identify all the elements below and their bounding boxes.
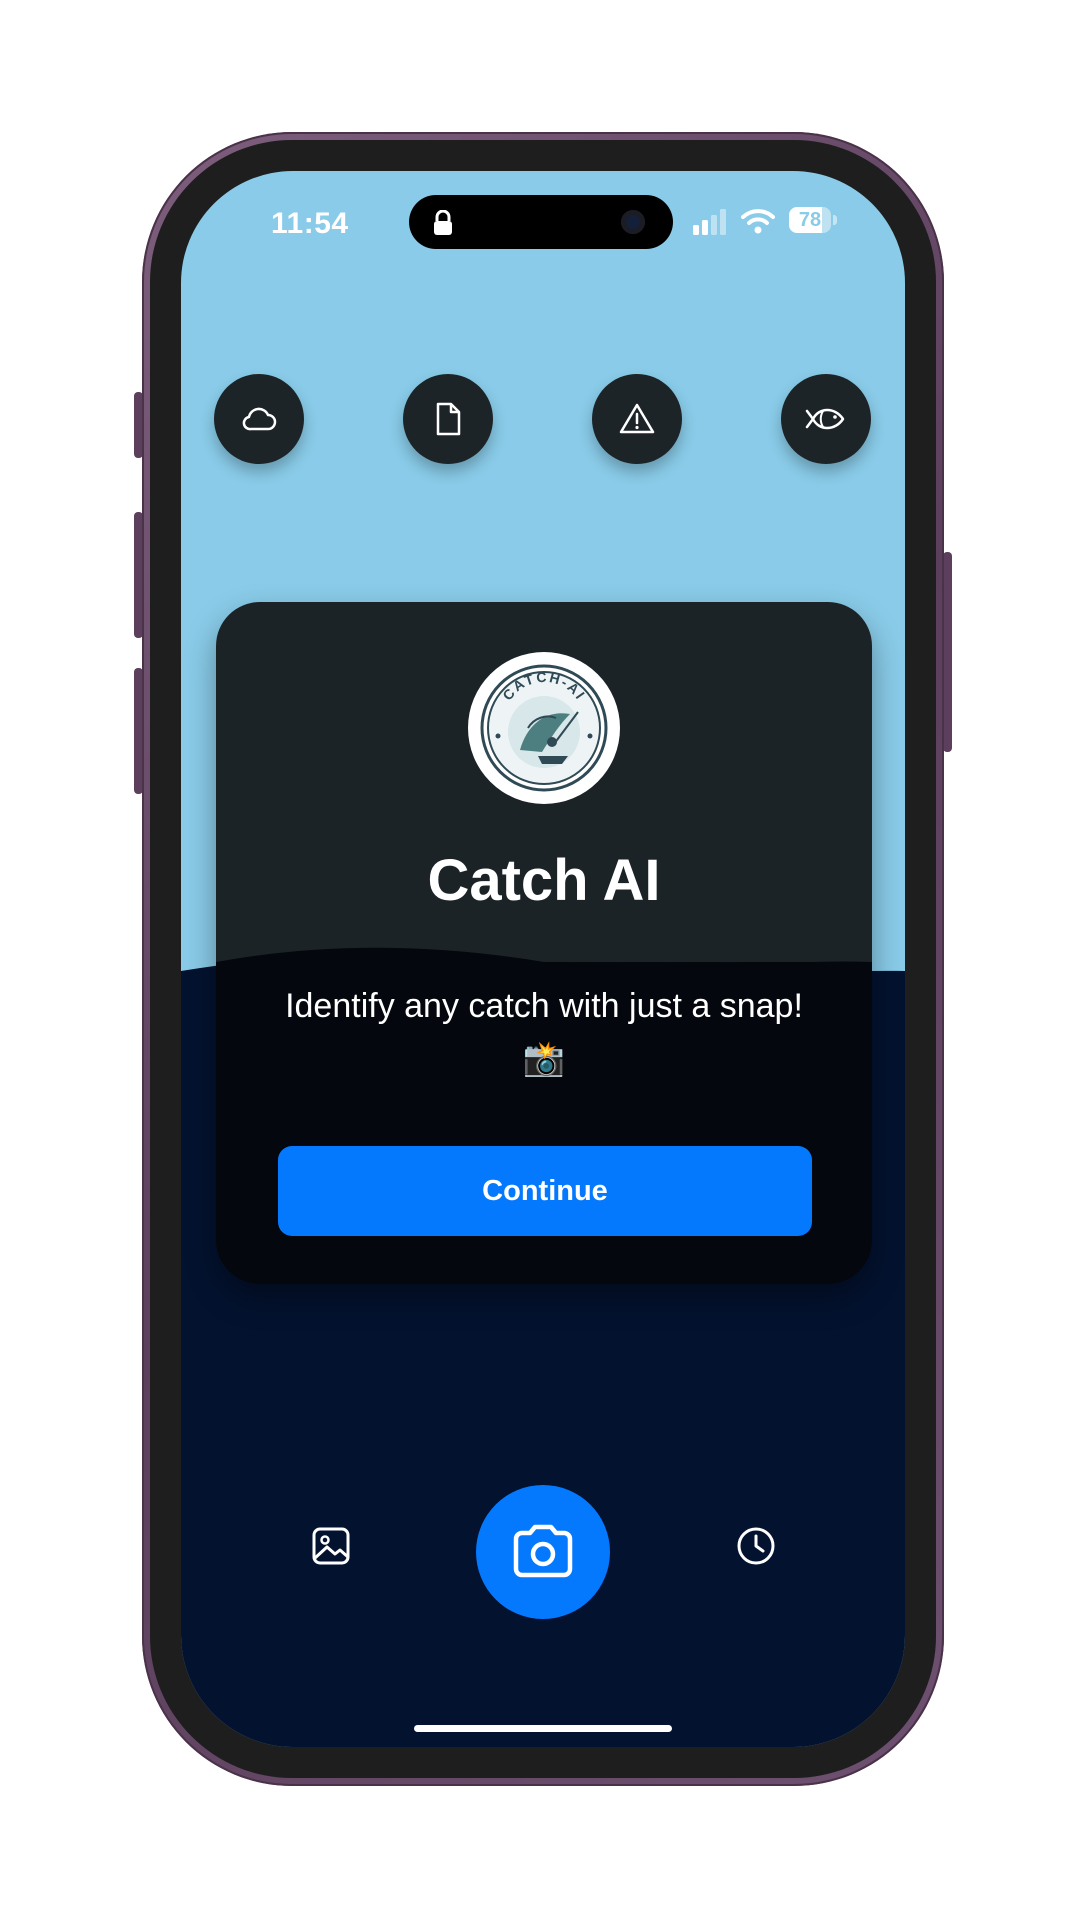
cloud-icon — [242, 407, 277, 431]
camera-icon — [513, 1524, 573, 1578]
dynamic-island — [409, 195, 673, 249]
history-clock-icon[interactable] — [734, 1524, 778, 1568]
power-button — [943, 552, 952, 752]
signal-icon — [693, 209, 726, 235]
app-logo: CATCH-AI — [468, 652, 620, 804]
lock-icon — [434, 210, 452, 235]
fish-icon — [805, 408, 845, 430]
document-icon — [436, 402, 461, 436]
battery-indicator: 78 — [789, 207, 831, 233]
screen: 11:54 78 CATCH-AI Catch AI Identify any … — [181, 171, 905, 1747]
weather-button[interactable] — [214, 374, 304, 464]
camera-button[interactable] — [476, 1485, 610, 1619]
logo-emblem: CATCH-AI — [480, 664, 608, 792]
front-camera — [621, 210, 645, 234]
warnings-button[interactable] — [592, 374, 682, 464]
continue-button[interactable]: Continue — [278, 1146, 812, 1236]
home-indicator[interactable] — [414, 1725, 672, 1732]
regulations-button[interactable] — [403, 374, 493, 464]
wifi-icon — [741, 209, 775, 234]
warning-icon — [619, 403, 655, 434]
status-time: 11:54 — [271, 207, 349, 240]
species-button[interactable] — [781, 374, 871, 464]
welcome-card: CATCH-AI Catch AI Identify any catch wit… — [216, 602, 872, 1284]
gallery-icon[interactable] — [309, 1524, 353, 1568]
app-tagline: Identify any catch with just a snap! 📸 — [285, 987, 803, 1078]
canvas: 11:54 78 CATCH-AI Catch AI Identify any … — [0, 0, 1080, 1920]
app-title: Catch AI — [427, 848, 661, 913]
battery-cap — [833, 215, 837, 225]
